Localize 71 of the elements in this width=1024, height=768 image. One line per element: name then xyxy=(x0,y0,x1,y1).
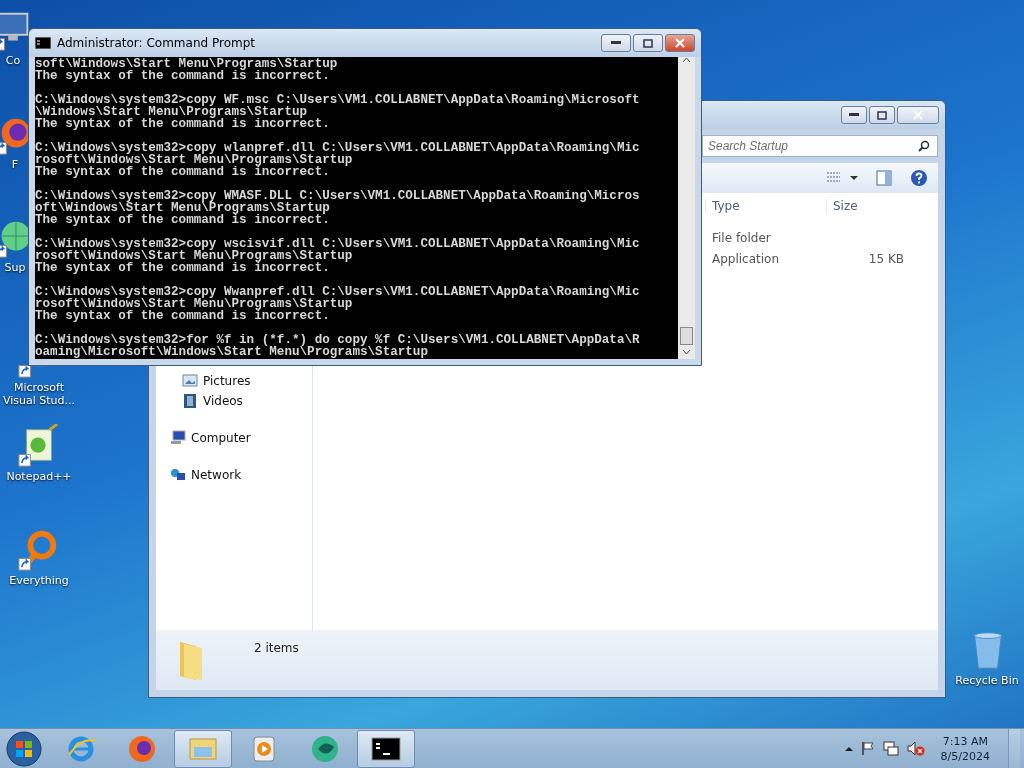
desktop-icon-label[interactable]: Microsoft Visual Stud... xyxy=(2,381,76,407)
scrollbar[interactable] xyxy=(678,57,695,359)
console-line: The syntax of the command is incorrect. xyxy=(35,262,330,274)
scroll-up-icon[interactable] xyxy=(682,57,691,63)
clock-date[interactable]: 8/5/2024 xyxy=(940,748,990,764)
show-hidden-icons-icon[interactable] xyxy=(844,745,853,752)
window-title: Administrator: Command Prompt xyxy=(57,36,256,50)
console-line: C:\Windows\system32>copy wlanpref.dll C:\Users\VM1.COLLABNET\AppData\Roaming\Mic xyxy=(35,142,641,154)
minimize-icon xyxy=(611,41,621,45)
console-icon xyxy=(35,37,51,49)
desktop-icon-label[interactable]: Notepad++ xyxy=(6,470,72,483)
desktop-icon-label[interactable]: Recycle Bin xyxy=(955,674,1019,687)
maximize-button[interactable] xyxy=(869,106,895,124)
network-icon[interactable] xyxy=(882,741,899,756)
maximize-icon xyxy=(877,110,887,120)
folder-icon[interactable] xyxy=(174,729,232,768)
console-line: rosoft\Windows\Start Menu\Programs\Startup xyxy=(35,250,353,262)
help-icon[interactable] xyxy=(910,169,928,187)
console-line: C:\Windows\system32>copy wscisvif.dll C:\Users\VM1.COLLABNET\AppData\Roaming\Mic xyxy=(35,238,641,250)
clock-time[interactable]: 7:13 AM xyxy=(942,733,988,749)
nav-item[interactable]: Network xyxy=(170,467,312,483)
column-header[interactable]: Size xyxy=(826,199,917,213)
view-options-icon[interactable] xyxy=(826,171,858,185)
console-line: rosoft\Windows\Start Menu\Programs\Startup xyxy=(35,298,353,310)
nav-item[interactable]: Pictures xyxy=(182,373,312,389)
maximize-button[interactable] xyxy=(633,34,663,52)
minimize-button[interactable] xyxy=(601,34,631,52)
minimize-button[interactable] xyxy=(841,106,867,124)
search-icon xyxy=(918,140,930,152)
desktop-icon-label[interactable]: Sup xyxy=(4,261,26,274)
start-orb-icon[interactable] xyxy=(4,729,44,768)
minimize-icon xyxy=(849,113,859,117)
console-line: The syntax of the command is incorrect. xyxy=(35,70,330,82)
console-line: soft\Windows\Start Menu\Programs\Startup xyxy=(35,58,339,70)
nav-item[interactable]: Computer xyxy=(170,430,312,446)
console-line: The syntax of the command is incorrect. xyxy=(35,118,331,130)
nav-item[interactable]: Videos xyxy=(182,393,312,409)
console-line: The syntax of the command is incorrect. xyxy=(35,166,330,178)
desktop-icon-label[interactable]: Co xyxy=(5,54,21,67)
scroll-down-icon[interactable] xyxy=(682,349,691,355)
console-line: C:\Windows\system32>for %f in (*f.*) do copy %f C:\Users\VM1.COLLABNET\AppData\R xyxy=(35,334,641,346)
table-cell-text: File folder xyxy=(711,230,772,245)
maximize-icon xyxy=(643,38,653,48)
console-line: rosoft\Windows\Start Menu\Programs\Startup xyxy=(35,154,353,166)
close-button[interactable] xyxy=(897,106,939,124)
close-button[interactable] xyxy=(665,34,695,52)
console-line: oaming\Microsoft\Windows\Start Menu\Programs\Startup xyxy=(35,346,428,358)
network-icon xyxy=(170,467,186,483)
monitor-icon xyxy=(170,430,186,446)
item-count: 2 items xyxy=(254,641,299,655)
table-cell-text: 15 KB xyxy=(867,251,905,266)
column-header[interactable]: Type xyxy=(705,199,826,213)
close-icon xyxy=(913,110,923,120)
console-icon[interactable] xyxy=(357,729,415,768)
flag-icon[interactable] xyxy=(860,741,875,756)
desktop-icon-label[interactable]: F xyxy=(11,158,19,171)
console-line: The syntax of the command is incorrect. xyxy=(35,310,330,322)
scroll-thumb[interactable] xyxy=(680,327,693,345)
console-line: The syntax of the command is incorrect. xyxy=(35,214,331,226)
console-line: oft\Windows\Start Menu\Programs\Startup xyxy=(35,202,330,214)
desktop-icon-label[interactable]: Everything xyxy=(9,574,69,587)
picture-icon xyxy=(182,373,198,389)
muted-speaker-icon[interactable] xyxy=(906,741,925,756)
table-cell-text: Application xyxy=(711,251,781,266)
console-line: \Windows\Start Menu\Programs\Startup xyxy=(35,106,308,118)
search-field[interactable]: Search Startup xyxy=(702,135,938,157)
console-line: C:\Windows\system32>copy WF.msc C:\Users\VM1.COLLABNET\AppData\Roaming\Microsoft xyxy=(35,94,641,106)
console-line: C:\Windows\system32>copy Wwanpref.dll C:\Users\VM1.COLLABNET\AppData\Roaming\Mic xyxy=(35,286,641,298)
close-icon xyxy=(675,38,685,48)
console-line: C:\Windows\system32>copy WMASF.DLL C:\Users\VM1.COLLABNET\AppData\Roaming\Micros xyxy=(35,190,641,202)
film-icon xyxy=(182,393,198,409)
